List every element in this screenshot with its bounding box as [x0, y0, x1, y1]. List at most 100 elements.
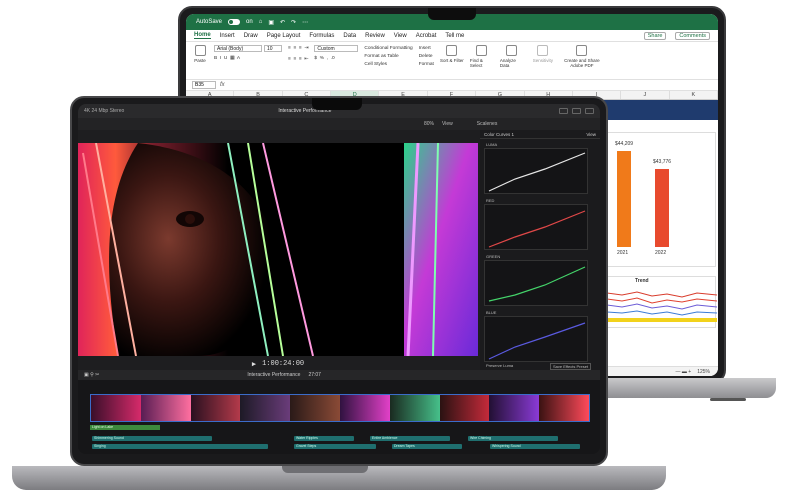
video-clip[interactable]: [439, 395, 490, 421]
inspector-view-menu[interactable]: View: [586, 132, 596, 137]
red-curve[interactable]: [484, 204, 588, 250]
audio-clip-label: Singing: [94, 444, 106, 448]
font-size-select[interactable]: 10: [264, 45, 282, 52]
color-curves-title[interactable]: Color Curves 1: [484, 132, 514, 137]
green-curve[interactable]: [484, 260, 588, 306]
viewer-header: 80% View Scalenes: [78, 118, 600, 130]
video-viewer[interactable]: [78, 143, 478, 356]
layout-icon-2[interactable]: [572, 108, 581, 114]
audio-clip[interactable]: Wire Chiming: [468, 436, 558, 441]
tab-page-layout[interactable]: Page Layout: [267, 33, 301, 39]
video-clip[interactable]: [240, 395, 291, 421]
bar-2021[interactable]: [617, 151, 631, 247]
timeline[interactable]: Light on Lake Shimmering Sound Water Rip…: [78, 380, 600, 454]
sort-filter-button[interactable]: Sort & Filter: [440, 45, 464, 63]
save-icon[interactable]: ▣: [268, 19, 274, 26]
connected-clip[interactable]: Light on Lake: [90, 425, 160, 430]
sensitivity-button[interactable]: Sensitivity: [530, 45, 556, 63]
name-box[interactable]: B35: [192, 81, 216, 89]
video-clip[interactable]: [489, 395, 540, 421]
tab-tell-me[interactable]: Tell me: [445, 33, 464, 39]
tab-view[interactable]: View: [394, 33, 407, 39]
format-as-table-button[interactable]: Format as Table: [364, 53, 412, 61]
camera-notch: [428, 8, 476, 20]
fcp-window: 4K 24 Mbp Stereo Interactive Performance…: [78, 104, 600, 454]
layout-icon-3[interactable]: [585, 108, 594, 114]
front-laptop: 4K 24 Mbp Stereo Interactive Performance…: [70, 96, 608, 466]
tab-formulas[interactable]: Formulas: [309, 33, 334, 39]
video-clip[interactable]: [190, 395, 241, 421]
home-icon[interactable]: ⌂: [259, 19, 263, 25]
undo-icon[interactable]: ↶: [280, 19, 285, 26]
curve-label-red: RED: [486, 198, 495, 203]
paste-button[interactable]: Paste: [192, 45, 208, 63]
redo-icon[interactable]: ↷: [291, 19, 296, 26]
analyze-icon: [506, 45, 518, 56]
tab-data[interactable]: Data: [343, 33, 356, 39]
video-clip[interactable]: [290, 395, 340, 421]
number-format-select[interactable]: Custom: [314, 45, 359, 52]
viewer-zoom[interactable]: 80%: [424, 121, 434, 127]
audio-clip[interactable]: Water Ripples: [294, 436, 354, 441]
number-buttons[interactable]: $ % , .0: [314, 55, 358, 63]
zoom-slider-icon[interactable]: — ▬ +: [676, 369, 692, 375]
audio-clip[interactable]: Entire Ambience: [370, 436, 450, 441]
ribbon-tabs: Home Insert Draw Page Layout Formulas Da…: [186, 30, 718, 42]
cell-styles-button[interactable]: Cell Styles: [364, 61, 412, 69]
audio-clip-label: Entire Ambience: [372, 436, 398, 440]
audio-clip[interactable]: Shimmering Sound: [92, 436, 212, 441]
trend-chart[interactable]: Trend: [606, 276, 717, 328]
audio-clip[interactable]: Whispering Sound: [490, 444, 580, 449]
comments-button[interactable]: Comments: [675, 31, 710, 40]
autosave-toggle[interactable]: [228, 19, 241, 25]
column-header[interactable]: J: [621, 91, 670, 99]
analyze-data-button[interactable]: Analyze Data: [500, 45, 524, 68]
delete-cells-button[interactable]: Delete: [419, 53, 434, 61]
tab-home[interactable]: Home: [194, 32, 211, 39]
layout-icon[interactable]: [559, 108, 568, 114]
primary-storyline[interactable]: [90, 394, 590, 422]
conditional-formatting-button[interactable]: Conditional Formatting: [364, 45, 412, 53]
timeline-tools-icon[interactable]: ▣ ⚲ ✂: [84, 372, 99, 378]
audio-clip-label: Whispering Sound: [492, 444, 521, 448]
video-clip[interactable]: [539, 395, 589, 421]
audio-clip[interactable]: Gravel Steps: [294, 444, 376, 449]
find-select-button[interactable]: Find & Select: [470, 45, 494, 68]
play-icon[interactable]: ▶: [252, 360, 256, 369]
align-buttons-2[interactable]: ≡ ≡ ≡ ⇤: [288, 56, 308, 64]
font-name-select[interactable]: Arial (Body): [214, 45, 262, 52]
video-clip[interactable]: [389, 395, 440, 421]
tab-draw[interactable]: Draw: [244, 33, 258, 39]
align-buttons[interactable]: ≡ ≡ ≡ ⇥: [288, 45, 308, 53]
tab-review[interactable]: Review: [365, 33, 385, 39]
inspector-tab[interactable]: Scalenes: [477, 121, 498, 127]
trend-lines: [607, 291, 717, 322]
video-clip[interactable]: [91, 395, 141, 421]
bar-chart[interactable]: $44,209 $43,776 2021 2022: [606, 132, 716, 267]
video-clip[interactable]: [140, 395, 191, 421]
search-icon: [476, 45, 488, 56]
autosave-state: on: [246, 19, 253, 25]
column-header[interactable]: K: [670, 91, 718, 99]
audio-clip[interactable]: Singing: [92, 444, 268, 449]
timeline-title[interactable]: Interactive Performance: [247, 372, 300, 378]
create-pdf-button[interactable]: Create and Share Adobe PDF: [562, 45, 602, 68]
font-style-buttons[interactable]: B I U ▦ A: [214, 55, 282, 63]
viewer-view-menu[interactable]: View: [442, 121, 453, 127]
tab-acrobat[interactable]: Acrobat: [416, 33, 437, 39]
more-icon[interactable]: ⋯: [302, 19, 308, 26]
insert-cells-button[interactable]: Insert: [419, 45, 434, 53]
bar-value-label: $43,776: [653, 159, 672, 165]
audio-clip[interactable]: Dream Tapes: [392, 444, 462, 449]
library-name[interactable]: 4K 24 Mbp Stereo: [84, 108, 124, 114]
fx-icon[interactable]: fx: [220, 82, 225, 88]
preserve-luma-checkbox[interactable]: Preserve Luma: [486, 363, 513, 368]
blue-curve[interactable]: [484, 316, 588, 362]
format-cells-button[interactable]: Format: [419, 61, 434, 69]
bar-2022[interactable]: [655, 169, 669, 247]
video-clip[interactable]: [339, 395, 390, 421]
tab-insert[interactable]: Insert: [220, 33, 235, 39]
share-button[interactable]: Share: [643, 31, 667, 40]
save-effects-preset-button[interactable]: Save Effects Preset: [550, 363, 592, 370]
luma-curve[interactable]: [484, 148, 588, 194]
